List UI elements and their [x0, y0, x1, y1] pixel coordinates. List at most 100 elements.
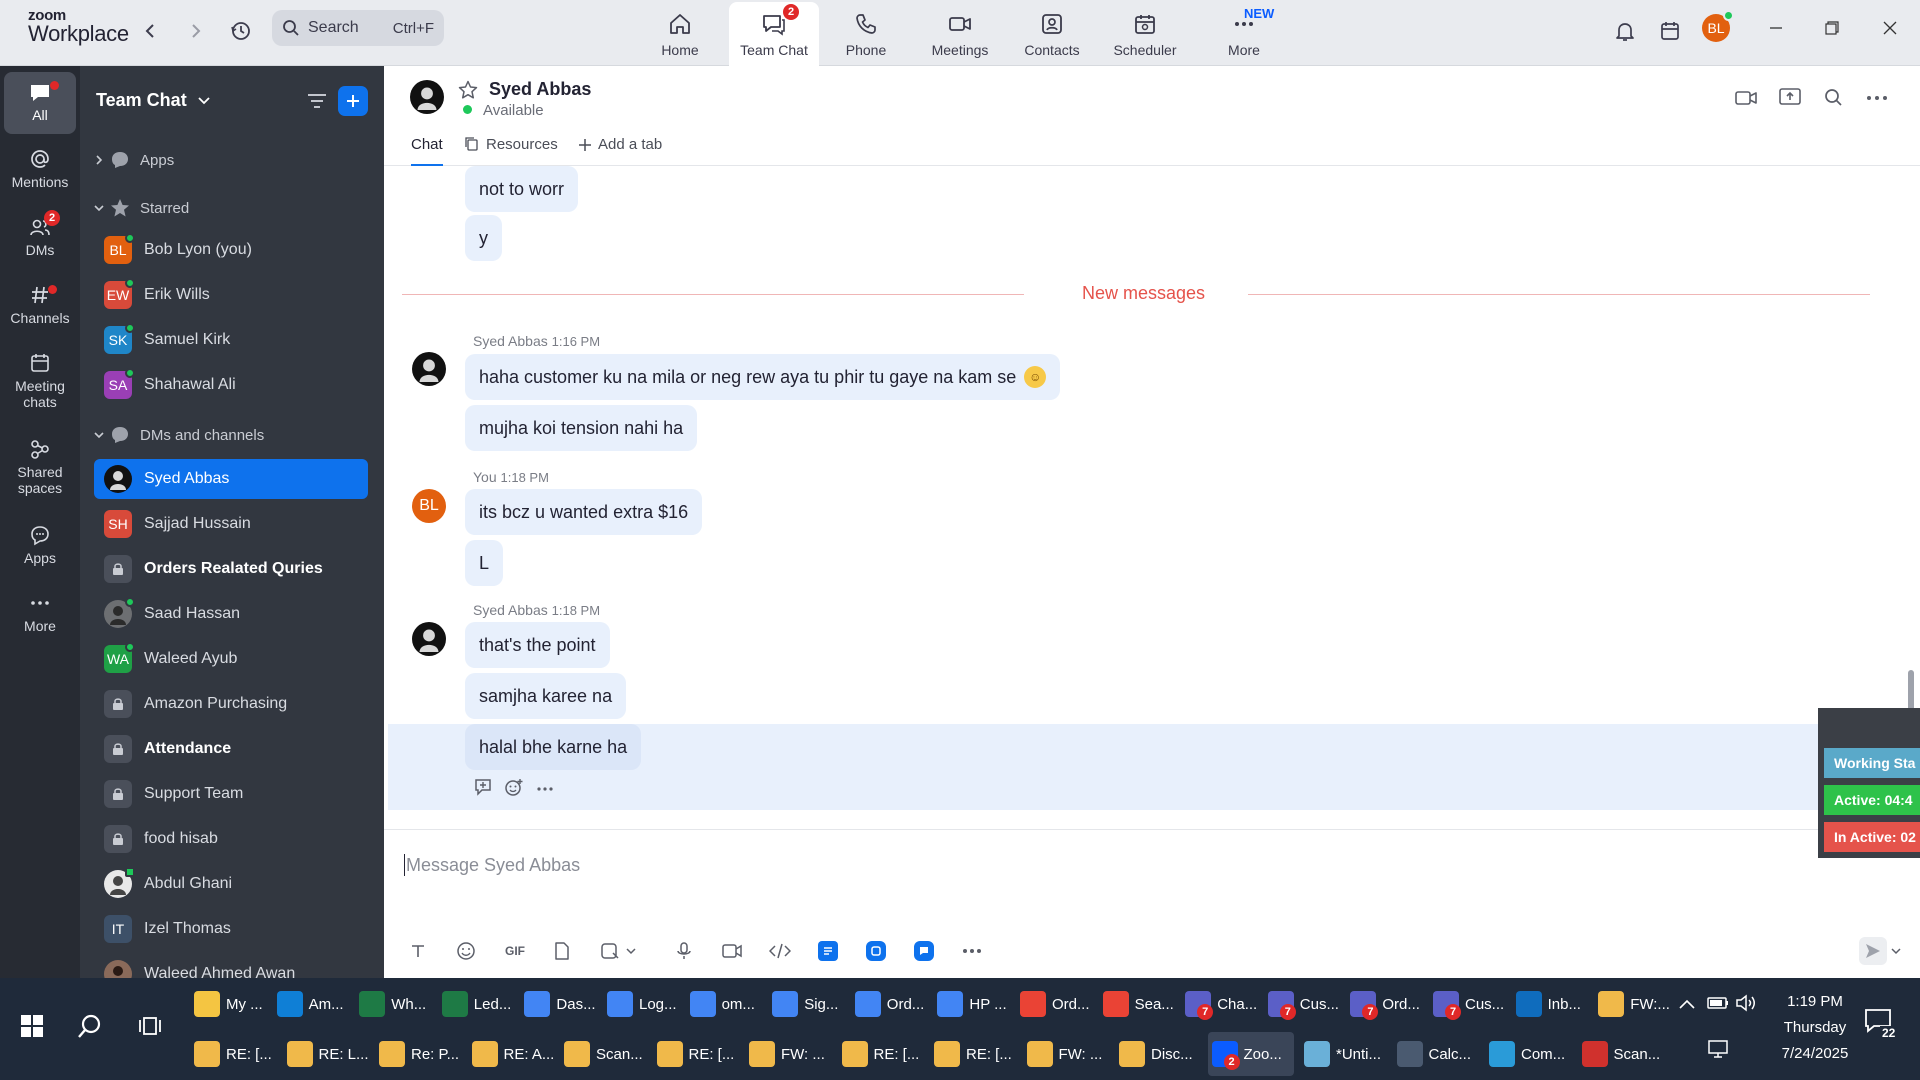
section-starred[interactable]: Starred [94, 192, 368, 224]
section-dms-channels[interactable]: DMs and channels [94, 419, 368, 451]
rail-item-more[interactable]: More [4, 592, 76, 634]
volume-icon[interactable] [1734, 992, 1758, 1014]
taskbar-app-button[interactable]: FW:... [1594, 982, 1671, 1026]
minimize-button[interactable] [1756, 10, 1796, 46]
rail-item-shared-spaces[interactable]: Shared spaces [4, 438, 76, 496]
tab-chat[interactable]: Chat [411, 136, 443, 166]
sidebar-item-waleed-ayub[interactable]: WA Waleed Ayub [94, 639, 368, 679]
forward-button[interactable] [178, 14, 212, 48]
sidebar-item-sajjad-hussain[interactable]: SH Sajjad Hussain [94, 504, 368, 544]
rail-item-mentions[interactable]: Mentions [4, 148, 76, 190]
rail-item-apps[interactable]: Apps [4, 524, 76, 566]
taskbar-app-button[interactable]: RE: L... [283, 1032, 370, 1076]
tab-phone[interactable]: Phone [842, 2, 890, 66]
taskbar-app-button[interactable]: Disc... [1115, 1032, 1202, 1076]
taskbar-app-button[interactable]: Led... [438, 982, 515, 1026]
user-avatar[interactable]: BL [1702, 10, 1734, 42]
emoji-button[interactable] [452, 937, 480, 965]
taskbar-app-button[interactable]: My ... [190, 982, 267, 1026]
taskbar-app-button[interactable]: RE: [... [930, 1032, 1017, 1076]
team-chat-dropdown[interactable]: Team Chat [96, 90, 211, 111]
more-options-icon[interactable] [1866, 94, 1888, 102]
rail-item-channels[interactable]: Channels [4, 284, 76, 326]
rail-item-meeting-chats[interactable]: Meeting chats [4, 352, 76, 410]
tab-meetings[interactable]: Meetings [928, 2, 992, 66]
taskbar-app-button[interactable]: FW: ... [745, 1032, 832, 1076]
taskbar-app-button[interactable]: Log... [603, 982, 680, 1026]
sidebar-item-erik-wills[interactable]: EW Erik Wills [94, 275, 368, 315]
message-bubble[interactable]: mujha koi tension nahi ha [465, 405, 698, 451]
sidebar-item-waleed-ahmed-awan[interactable]: Waleed Ahmed Awan [94, 954, 368, 978]
taskbar-app-button[interactable]: Cus... 7 [1429, 982, 1506, 1026]
task-view-button[interactable] [132, 1008, 168, 1044]
video-message-button[interactable] [718, 937, 746, 965]
network-icon[interactable] [1706, 1038, 1730, 1060]
tab-home[interactable]: Home [656, 2, 704, 66]
new-chat-button[interactable] [338, 86, 368, 116]
rail-item-all[interactable]: All [4, 72, 76, 134]
code-snippet-button[interactable] [766, 937, 794, 965]
send-options-button[interactable] [1888, 937, 1904, 965]
message-more-icon[interactable] [536, 786, 554, 792]
sidebar-item-shahawal-ali[interactable]: SA Shahawal Ali [94, 365, 368, 405]
taskbar-app-button[interactable]: Zoo... 2 [1207, 1032, 1294, 1076]
sidebar-item-amazon-purchasing[interactable]: Amazon Purchasing [94, 684, 368, 724]
sender-avatar[interactable] [412, 352, 446, 386]
taskbar-app-button[interactable]: Calc... [1393, 1032, 1480, 1076]
message-bubble[interactable]: haha customer ku na mila or neg rew aya … [465, 354, 1061, 400]
voice-message-button[interactable] [670, 937, 698, 965]
taskbar-app-button[interactable]: Ord... [851, 982, 928, 1026]
screenshot-options-button[interactable] [624, 937, 638, 965]
sidebar-item-saad-hassan[interactable]: Saad Hassan [94, 594, 368, 634]
filter-button[interactable] [302, 86, 332, 116]
app-button-2[interactable] [862, 937, 890, 965]
add-reaction-icon[interactable] [504, 778, 524, 798]
search-icon[interactable] [1824, 88, 1844, 108]
tab-scheduler[interactable]: Scheduler [1112, 2, 1178, 66]
close-window-button[interactable] [1870, 10, 1910, 46]
contact-avatar[interactable] [410, 80, 444, 114]
taskbar-app-button[interactable]: Ord... [1016, 982, 1093, 1026]
restore-button[interactable] [1812, 10, 1852, 46]
attach-file-button[interactable] [548, 937, 576, 965]
rail-item-dms[interactable]: DMs 2 [4, 210, 76, 258]
message-bubble[interactable]: its bcz u wanted extra $16 [465, 489, 703, 535]
taskbar-app-button[interactable]: Cha... 7 [1181, 982, 1258, 1026]
taskbar-app-button[interactable]: HP ... [933, 982, 1010, 1026]
taskbar-app-button[interactable]: RE: A... [468, 1032, 554, 1076]
battery-icon[interactable] [1706, 992, 1730, 1014]
sidebar-item-syed-abbas[interactable]: Syed Abbas [94, 459, 368, 499]
message-bubble[interactable]: halal bhe karne ha [465, 724, 642, 770]
star-outline-icon[interactable] [458, 80, 478, 100]
gif-button[interactable]: GIF [498, 937, 532, 965]
show-hidden-icons-icon[interactable] [1678, 998, 1696, 1010]
app-button-3[interactable] [910, 937, 938, 965]
sidebar-item-food-hisab[interactable]: food hisab [94, 819, 368, 859]
taskbar-app-button[interactable]: FW: ... [1023, 1032, 1110, 1076]
tab-contacts[interactable]: Contacts [1022, 2, 1082, 66]
add-tab-button[interactable]: Add a tab [578, 136, 662, 166]
back-button[interactable] [134, 14, 168, 48]
sidebar-item-attendance[interactable]: Attendance [94, 729, 368, 769]
taskbar-app-button[interactable]: Scan... [560, 1032, 647, 1076]
taskbar-app-button[interactable]: Am... [273, 982, 350, 1026]
start-button[interactable] [14, 1008, 50, 1044]
history-button[interactable] [224, 14, 258, 48]
tab-resources[interactable]: Resources [464, 136, 558, 166]
sidebar-item-support-team[interactable]: Support Team [94, 774, 368, 814]
reply-icon[interactable] [473, 778, 493, 796]
taskbar-app-button[interactable]: *Unti... [1300, 1032, 1387, 1076]
app-button-1[interactable] [814, 937, 842, 965]
taskbar-app-button[interactable]: Das... [520, 982, 597, 1026]
taskbar-app-button[interactable]: Sea... [1099, 982, 1176, 1026]
taskbar-app-button[interactable]: om... [686, 982, 763, 1026]
taskbar-app-button[interactable]: Re: P... [375, 1032, 462, 1076]
message-bubble[interactable]: samjha karee na [465, 673, 627, 719]
video-call-icon[interactable] [1734, 88, 1758, 108]
message-bubble[interactable]: not to worr [465, 166, 579, 212]
share-screen-icon[interactable] [1778, 86, 1802, 108]
sidebar-item-samuel-kirk[interactable]: SK Samuel Kirk [94, 320, 368, 360]
more-tools-button[interactable] [958, 937, 986, 965]
sidebar-item-orders-channel[interactable]: Orders Realated Quries [94, 549, 368, 589]
section-apps[interactable]: Apps [94, 144, 368, 176]
